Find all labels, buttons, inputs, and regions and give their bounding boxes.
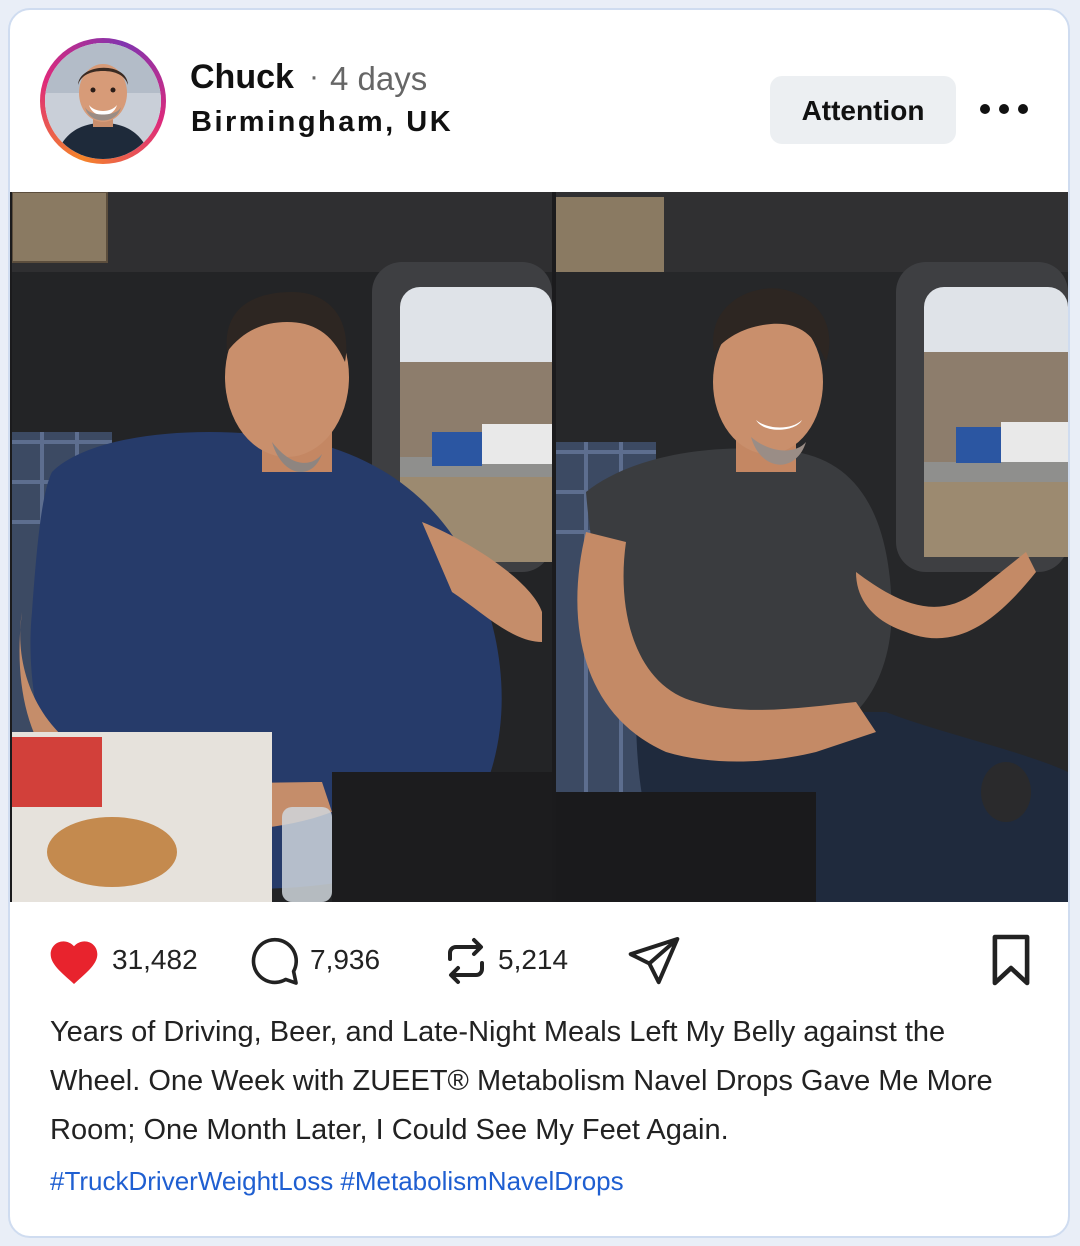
repost-icon[interactable] [442,934,490,993]
before-photo [12,192,552,902]
repost-count: 5,214 [498,944,569,975]
more-horizontal-icon[interactable] [976,94,1032,124]
post-hashtags[interactable]: #TruckDriverWeightLoss #MetabolismNavelD… [50,1166,624,1197]
avatar-photo [45,43,161,159]
post-time: 4 days [330,60,428,97]
after-photo [556,192,1068,902]
bookmark-icon[interactable] [988,930,1034,990]
comment-action[interactable]: 7,936 [246,930,396,990]
attention-button[interactable]: Attention [770,76,956,144]
like-count: 31,482 [112,944,198,975]
comment-count: 7,936 [310,944,381,975]
avatar[interactable] [40,38,166,164]
like-action[interactable]: 31,482 [46,930,216,990]
separator-dot: · [309,60,319,93]
send-icon[interactable] [626,930,682,990]
post-location[interactable]: Birmingham, UK [191,106,453,139]
post-caption: Years of Driving, Beer, and Late-Night M… [50,1016,993,1146]
comment-bubble-icon[interactable] [246,934,302,993]
post-photos[interactable] [10,192,1068,902]
post-card: Chuck · 4 days Birmingham, UK Attention [8,8,1070,1238]
heart-icon[interactable] [46,934,102,991]
username[interactable]: Chuck [190,58,294,97]
repost-action[interactable]: 5,214 [442,930,592,990]
